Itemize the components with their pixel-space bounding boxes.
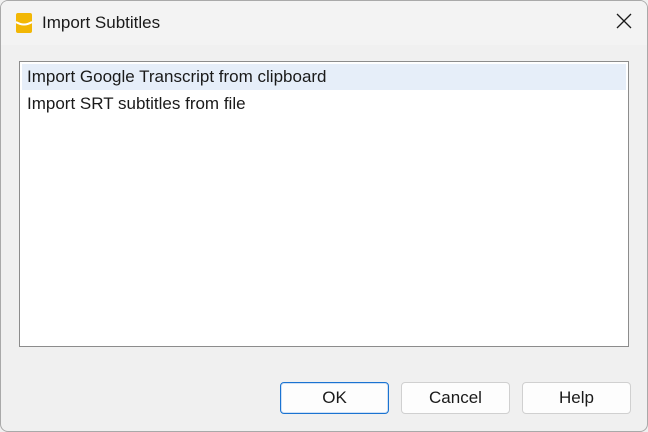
list-item-srt-file[interactable]: Import SRT subtitles from file bbox=[20, 90, 628, 118]
list-item-google-transcript[interactable]: Import Google Transcript from clipboard bbox=[22, 64, 626, 90]
title-bar[interactable]: Import Subtitles bbox=[1, 1, 647, 45]
import-subtitles-dialog: Import Subtitles Import Google Transcrip… bbox=[0, 0, 648, 432]
help-button[interactable]: Help bbox=[522, 382, 631, 414]
close-icon bbox=[616, 13, 632, 34]
window-title: Import Subtitles bbox=[42, 13, 161, 32]
import-options-list[interactable]: Import Google Transcript from clipboard … bbox=[19, 61, 629, 347]
cancel-button[interactable]: Cancel bbox=[401, 382, 510, 414]
ok-button[interactable]: OK bbox=[280, 382, 389, 414]
close-button[interactable] bbox=[601, 1, 647, 45]
app-logo-icon bbox=[15, 12, 33, 34]
